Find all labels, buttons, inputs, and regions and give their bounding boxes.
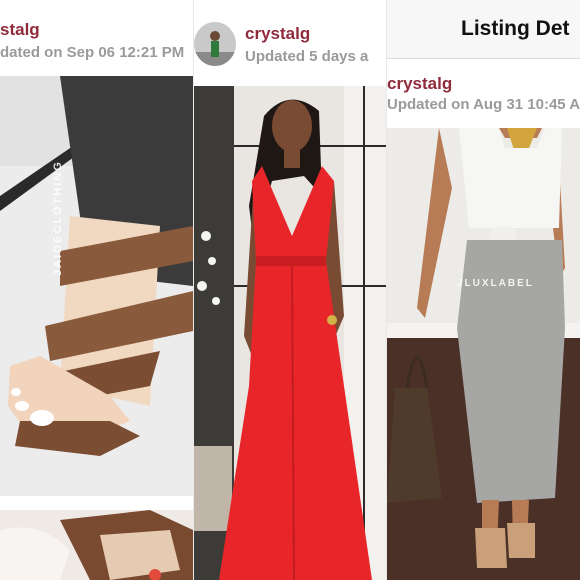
username-link[interactable]: stalg [0, 20, 40, 40]
listing-panel-1: stalg dated on Sep 06 12:21 PM JAIDECLOT… [0, 0, 193, 580]
updated-timestamp: Updated 5 days a [245, 48, 369, 65]
listing-header: crystalg Updated 5 days a [194, 0, 386, 86]
screen-title: Listing Det [461, 17, 570, 40]
avatar-image [194, 22, 236, 66]
listing-photo-maxi-skirt[interactable]: JLUXLABEL [387, 128, 580, 580]
red-dress-photo-image [194, 86, 386, 580]
listing-photo-sandals[interactable]: JAIDECLOTHING [0, 76, 193, 496]
listing-photo-red-dress[interactable] [194, 86, 386, 580]
username-link[interactable]: crystalg [245, 24, 310, 44]
avatar[interactable] [194, 22, 236, 66]
top-nav-bar: Listing Det [387, 0, 580, 59]
brand-watermark: JAIDECLOTHING [52, 160, 64, 276]
username-link[interactable]: crystalg [387, 74, 452, 94]
sandals-photo-image [0, 76, 193, 496]
updated-timestamp: Updated on Aug 31 10:45 A [387, 96, 580, 113]
listing-photo-secondary[interactable] [0, 510, 193, 580]
listing-panel-3: Listing Det crystalg Updated on Aug 31 1… [387, 0, 580, 580]
secondary-photo-image [0, 510, 193, 580]
skirt-photo-image [387, 128, 580, 580]
listing-panel-2: crystalg Updated 5 days a [194, 0, 386, 580]
updated-timestamp: dated on Sep 06 12:21 PM [0, 44, 185, 61]
listing-header: stalg dated on Sep 06 12:21 PM [0, 0, 193, 76]
listing-header: crystalg Updated on Aug 31 10:45 A [387, 59, 580, 128]
brand-watermark: JLUXLABEL [457, 278, 534, 289]
